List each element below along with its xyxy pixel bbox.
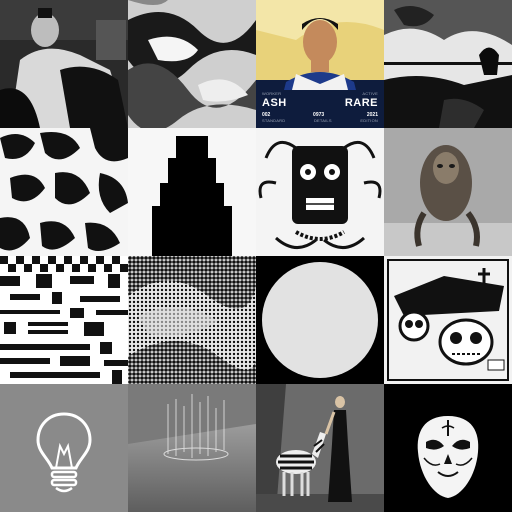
lightbulb-icon xyxy=(0,384,128,512)
zebra-model-photo-image xyxy=(256,384,384,512)
tile-glass-sculpture[interactable] xyxy=(128,384,256,512)
white-circle-image xyxy=(256,256,384,384)
card-name: ASH xyxy=(262,97,287,109)
landscape-silhouette-image xyxy=(384,0,512,128)
tile-halftone-wave[interactable] xyxy=(128,256,256,384)
tile-zebra-model-photo[interactable] xyxy=(256,384,384,512)
halftone-wave-image xyxy=(128,256,256,384)
card-top-left-label: WORKER xyxy=(262,91,282,96)
stepped-tower-image xyxy=(128,128,256,256)
card-sub-3: EDITION xyxy=(360,118,378,123)
tile-stepped-tower[interactable] xyxy=(128,128,256,256)
vintage-photo-image xyxy=(0,0,128,128)
tile-white-circle[interactable] xyxy=(256,256,384,384)
tile-lightbulb[interactable] xyxy=(0,384,128,512)
tile-mask-illustration[interactable] xyxy=(256,128,384,256)
tile-sloth-photo[interactable] xyxy=(384,128,512,256)
tile-comic-skulls[interactable] xyxy=(384,256,512,384)
tile-vintage-photo[interactable] xyxy=(0,0,128,128)
glass-sculpture-image xyxy=(128,384,256,512)
ornate-mask-image xyxy=(384,384,512,512)
tile-abstract-blobs[interactable] xyxy=(0,128,128,256)
card-top-right-label: ACTIVE xyxy=(362,91,378,96)
card-rarity: RARE xyxy=(344,97,378,109)
tile-liquid-chrome[interactable] xyxy=(128,0,256,128)
mask-illustration-image xyxy=(256,128,384,256)
checker-pattern-image xyxy=(0,256,128,384)
comic-skulls-image xyxy=(384,256,512,384)
tile-trading-card[interactable]: WORKER ACTIVE ASH RARE 002 0973 2021 STA… xyxy=(256,0,384,128)
image-gallery-grid: WORKER ACTIVE ASH RARE 002 0973 2021 STA… xyxy=(0,0,512,512)
card-info-panel: WORKER ACTIVE ASH RARE 002 0973 2021 STA… xyxy=(256,91,384,123)
card-sub-2: DETAILS xyxy=(313,118,332,123)
sloth-photo-image xyxy=(384,128,512,256)
tile-landscape-silhouette[interactable] xyxy=(384,0,512,128)
liquid-chrome-image xyxy=(128,0,256,128)
tile-checker-pattern[interactable] xyxy=(0,256,128,384)
tile-ornate-mask[interactable] xyxy=(384,384,512,512)
card-sub-1: STANDARD xyxy=(262,118,286,123)
abstract-blobs-image xyxy=(0,128,128,256)
